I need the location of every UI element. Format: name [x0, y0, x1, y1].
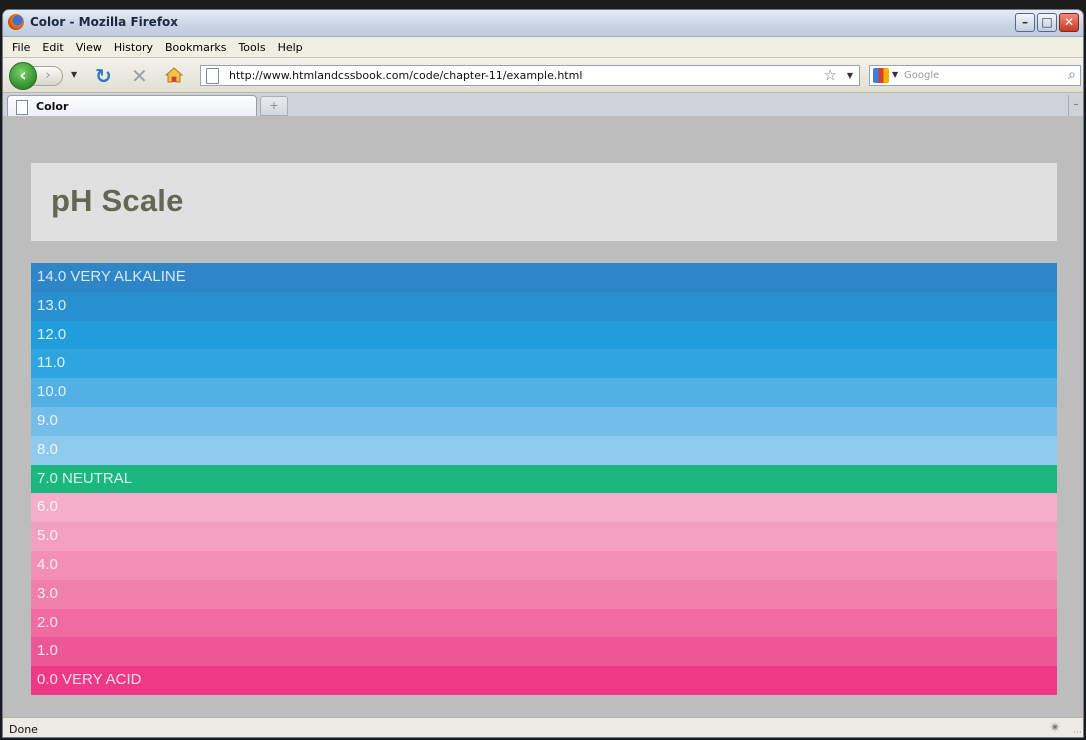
resize-grip-icon[interactable]: ⋯ — [1073, 728, 1082, 737]
new-tab-button[interactable]: + — [260, 96, 288, 116]
menu-view[interactable]: View — [71, 41, 109, 54]
google-logo-icon[interactable] — [873, 68, 889, 83]
url-bar[interactable]: http://www.htmlandcssbook.com/code/chapt… — [200, 65, 860, 86]
ph-row: 4.0 — [31, 550, 1057, 580]
maximize-icon: □ — [1041, 15, 1053, 29]
back-button[interactable]: ‹ — [9, 62, 37, 90]
tab-color[interactable]: Color — [7, 95, 257, 117]
ph-row: 7.0 NEUTRAL — [31, 464, 1057, 494]
title-bar[interactable]: Color - Mozilla Firefox – □ ✕ — [3, 10, 1083, 37]
ph-row: 14.0 VERY ALKALINE — [31, 263, 1057, 292]
window-controls: – □ ✕ — [1015, 13, 1079, 32]
ph-row: 5.0 — [31, 522, 1057, 551]
ph-row: 2.0 — [31, 608, 1057, 638]
ph-row: 12.0 — [31, 320, 1057, 350]
ph-row: 10.0 — [31, 378, 1057, 407]
search-icon[interactable]: ⌕ — [1068, 67, 1076, 83]
reload-icon[interactable]: ↻ — [95, 64, 112, 88]
search-box[interactable]: ▼ Google ⌕ — [869, 65, 1081, 86]
menu-history[interactable]: History — [109, 41, 160, 54]
close-button[interactable]: ✕ — [1059, 13, 1079, 32]
menu-file[interactable]: File — [7, 41, 37, 54]
page-icon — [16, 100, 28, 115]
minimize-icon: – — [1022, 15, 1028, 29]
menu-bar: File Edit View History Bookmarks Tools H… — [3, 37, 1083, 58]
url-text[interactable]: http://www.htmlandcssbook.com/code/chapt… — [229, 69, 582, 82]
window-title: Color - Mozilla Firefox — [30, 15, 179, 29]
menu-bookmarks[interactable]: Bookmarks — [160, 41, 233, 54]
page-title: pH Scale — [51, 183, 184, 218]
page-icon — [206, 68, 219, 84]
firefox-logo-icon — [8, 14, 24, 30]
ph-row: 6.0 — [31, 493, 1057, 523]
ph-row: 8.0 — [31, 435, 1057, 465]
ph-row: 9.0 — [31, 406, 1057, 436]
history-dropdown-icon[interactable]: ▼ — [71, 70, 77, 79]
ph-row: 13.0 — [31, 291, 1057, 321]
minimize-button[interactable]: – — [1015, 13, 1035, 32]
status-text: Done — [9, 723, 38, 736]
maximize-button[interactable]: □ — [1037, 13, 1057, 32]
ph-scale-list: 14.0 VERY ALKALINE 13.0 12.0 11.0 10.0 9.0 8.0… — [31, 263, 1057, 695]
addon-bar-icon[interactable]: ✴ — [1049, 720, 1061, 736]
menu-tools[interactable]: Tools — [233, 41, 272, 54]
tab-label: Color — [36, 100, 69, 113]
ph-row: 0.0 VERY ACID — [31, 666, 1057, 695]
search-input[interactable]: Google — [904, 70, 939, 81]
header-box: pH Scale — [31, 163, 1057, 241]
tab-list-button[interactable]: – — [1068, 95, 1083, 117]
ph-row: 3.0 — [31, 579, 1057, 609]
home-icon[interactable] — [165, 66, 183, 84]
page-content: pH Scale 14.0 VERY ALKALINE 13.0 12.0 11.0 1… — [3, 116, 1083, 719]
menu-edit[interactable]: Edit — [37, 41, 70, 54]
forward-arrow-icon: › — [45, 68, 51, 83]
ph-row: 11.0 — [31, 349, 1057, 379]
forward-button[interactable]: › — [33, 66, 63, 86]
tab-bar: Color + – — [3, 93, 1083, 118]
chevron-down-icon: – — [1073, 99, 1079, 110]
navigation-toolbar: › ‹ ▼ ↻ ✕ http://www.htmlandcssbook.com/… — [3, 58, 1083, 93]
bookmark-star-icon[interactable]: ☆ — [824, 66, 837, 84]
search-engine-dropdown-icon[interactable]: ▼ — [892, 70, 898, 79]
browser-window: Color - Mozilla Firefox – □ ✕ File Edit … — [2, 9, 1084, 738]
status-bar: Done ✴ ⋯ — [3, 717, 1083, 737]
back-arrow-icon: ‹ — [19, 65, 27, 86]
plus-icon: + — [269, 99, 279, 112]
close-icon: ✕ — [1063, 15, 1075, 29]
url-dropdown-icon[interactable]: ▼ — [847, 71, 853, 80]
stop-icon[interactable]: ✕ — [131, 64, 148, 88]
menu-help[interactable]: Help — [273, 41, 310, 54]
ph-row: 1.0 — [31, 637, 1057, 667]
